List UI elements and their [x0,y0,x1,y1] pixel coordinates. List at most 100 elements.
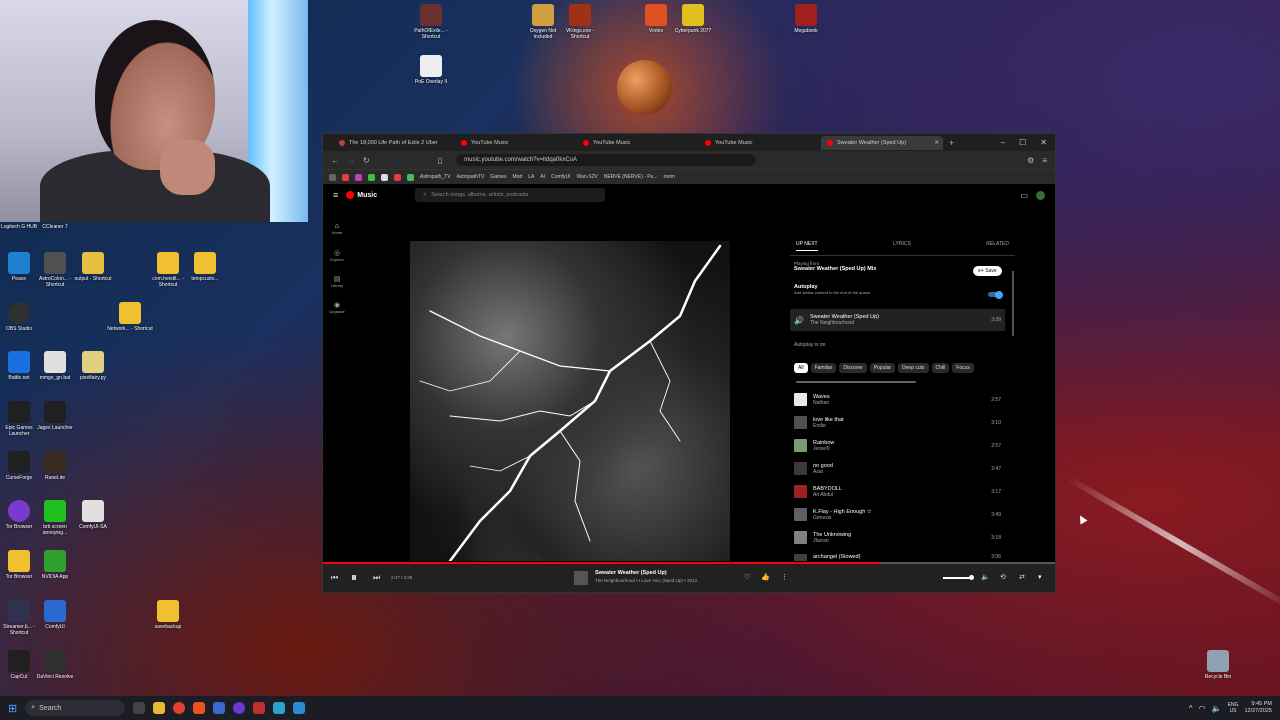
apps-icon[interactable] [329,173,336,181]
browser-tab[interactable]: YouTube Music [577,136,699,150]
bookmark-icon[interactable] [342,173,349,181]
desktop-icon-savebackup[interactable]: savebackup [145,600,191,630]
app-icon[interactable] [253,702,266,714]
list-item[interactable]: The Unknowing Jfarrari 3:18 [790,531,1005,544]
chip-scrollbar[interactable] [796,381,916,383]
desktop-icon-ccleaner[interactable]: CCleaner 7 [32,224,78,230]
bookmark-wan[interactable]: Wan-S2V [577,174,598,180]
list-item[interactable]: Waves Nathan 2:57 [790,393,1005,406]
desktop-icon-pixelfairy[interactable]: pixelfairy.py [70,351,116,381]
player-thumbnail[interactable] [574,571,588,585]
desktop-icon-megabonk[interactable]: Megabonk [783,4,829,34]
list-item[interactable]: Rainbow Jesse® 2:57 [790,439,1005,452]
chip-all[interactable]: All [794,363,808,373]
pause-button[interactable]: ⏸ [351,570,357,585]
more-options-icon[interactable]: ⋮ [781,573,788,581]
nav-upgrade[interactable]: ◉ Upgrade [323,297,351,323]
volume-icon[interactable]: 🔈 [981,573,990,581]
expand-icon[interactable]: ▾ [1038,573,1042,581]
chrome-icon[interactable] [173,702,186,714]
chip-chill[interactable]: Chill [931,363,950,373]
clock[interactable]: 9:45 PM 12/27/2025 [1244,701,1272,715]
desktop-icon-comfyui-sa[interactable]: ComfyUI-SA [70,500,116,530]
bookmark-games[interactable]: Games [490,174,506,180]
list-item[interactable]: BABYDOLL Ari Abdul 3:17 [790,485,1005,498]
player-title[interactable]: Sweater Weather (Sped Up) [595,570,667,576]
menu-icon[interactable]: ≡ [1042,156,1047,165]
bookmark-icon[interactable] [407,173,414,181]
file-explorer-icon[interactable] [153,702,166,714]
tray-chevron-icon[interactable]: ^ [1189,704,1193,713]
chip-deep-cuts[interactable]: Deep cuts [898,363,929,373]
desktop-icon-runelite[interactable]: RuneLite [32,451,78,481]
search-input[interactable]: ⌕ Search songs, albums, artists, podcasts [415,188,606,202]
list-item[interactable]: K.Flay - High Enough ☆ Génesis 3:49 [790,508,1005,521]
list-item[interactable]: love like that Endie 3:10 [790,416,1005,429]
new-tab-icon[interactable]: + [949,138,954,148]
url-field[interactable]: music.youtube.com/watch?v=ltdqa0kxCuA [456,154,757,166]
bookmark-mod[interactable]: Mod [513,174,523,180]
bookmark-icon[interactable] [368,173,375,181]
chip-familiar[interactable]: Familiar [810,363,837,373]
reload-icon[interactable]: ↻ [363,156,370,165]
desktop-icon-network[interactable]: Network... - Shortcut [107,302,153,332]
bookmark-ai[interactable]: AI [540,174,545,180]
desktop-icon-obs[interactable]: OBS Studio [0,302,42,332]
language-indicator[interactable]: ENG US [1228,702,1239,714]
wifi-icon[interactable]: ◠ [1199,704,1206,713]
browser-tab[interactable]: YouTube Music [699,136,821,150]
bookmark-icon[interactable] [394,173,401,181]
browser-tab[interactable]: The 18,000 Life Path of Exile 2 Uber [333,136,455,150]
windows-start-icon[interactable]: ⊞ [8,702,17,715]
previous-icon[interactable]: ⏮ [331,573,338,583]
tab-related[interactable]: RELATED [986,241,1009,251]
chip-focus[interactable]: Focus [952,363,974,373]
bookmark-la[interactable]: LA [528,174,534,180]
desktop-icon-recycle-bin[interactable]: Recycle Bin [1195,650,1241,680]
bookmark-room[interactable]: room [663,174,674,180]
like-icon[interactable]: 👍 [761,573,770,581]
nav-home[interactable]: ⌂ Home [323,219,351,245]
desktop-icon-vkings[interactable]: VKings.exe - Shortcut [557,4,603,40]
forward-icon[interactable]: → [347,156,355,165]
app-icon[interactable] [293,702,306,714]
desktop-icon-output[interactable]: output - Shortcut [70,252,116,282]
app-icon[interactable] [273,702,286,714]
nav-explore[interactable]: ◎ Explore [323,245,351,271]
queue-scrollbar[interactable] [1012,271,1014,336]
ytm-logo[interactable]: Music [346,191,377,199]
progress-bar[interactable] [323,562,1055,564]
bookmark-astropathtv[interactable]: AstropathTV [457,174,485,180]
taskbar-search[interactable]: ⌕ Search [25,700,126,716]
desktop-icon-davinci[interactable]: DaVinci Resolve [32,650,78,680]
desktop-icon-poe-overlay[interactable]: PoE Overlay II [408,55,454,85]
browser-tab-active[interactable]: Sweater Weather (Sped Up) ✕ [821,135,943,150]
avatar[interactable] [1036,190,1045,200]
current-track[interactable]: 🔊 Sweater Weather (Sped Up) The Neighbour… [790,309,1005,331]
desktop-icon-jagex[interactable]: Jagex Launcher [32,401,78,431]
dislike-icon[interactable]: ♡ [744,573,750,581]
app-icon[interactable] [213,702,226,714]
bookmark-astropath[interactable]: Astropath_TV [420,174,451,180]
close-window-icon[interactable]: ✕ [1040,138,1047,147]
desktop-icon-poe[interactable]: PathOfExile... - Shortcut [408,4,454,40]
cast-icon[interactable]: ▭ [1020,191,1028,200]
save-button[interactable]: ≡+ Save [973,266,1002,276]
volume-slider[interactable] [943,575,974,580]
volume-tray-icon[interactable]: 🔈 [1212,704,1222,713]
bookmark-page-icon[interactable]: ▯ [438,156,442,165]
maximize-icon[interactable]: ☐ [1019,138,1026,147]
chip-popular[interactable]: Popular [869,363,896,373]
repeat-icon[interactable]: ⟲ [1000,573,1006,581]
tab-lyrics[interactable]: LYRICS [893,241,911,251]
desktop-icon-nvidia[interactable]: NVIDIA App [32,550,78,580]
desktop-icon-tempcusto[interactable]: tempcusto... [182,252,228,282]
close-tab-icon[interactable]: ✕ [934,140,943,146]
autoplay-toggle[interactable] [988,290,1003,299]
bookmark-comfyui[interactable]: ComfyUI [551,174,570,180]
back-icon[interactable]: ← [331,156,339,165]
list-item[interactable]: no good Asal 2:47 [790,462,1005,475]
brave-icon[interactable] [193,702,206,714]
browser-tab[interactable]: YouTube Music [455,136,577,150]
desktop-icon-cyberpunk[interactable]: Cyberpunk 2077 [670,4,716,34]
